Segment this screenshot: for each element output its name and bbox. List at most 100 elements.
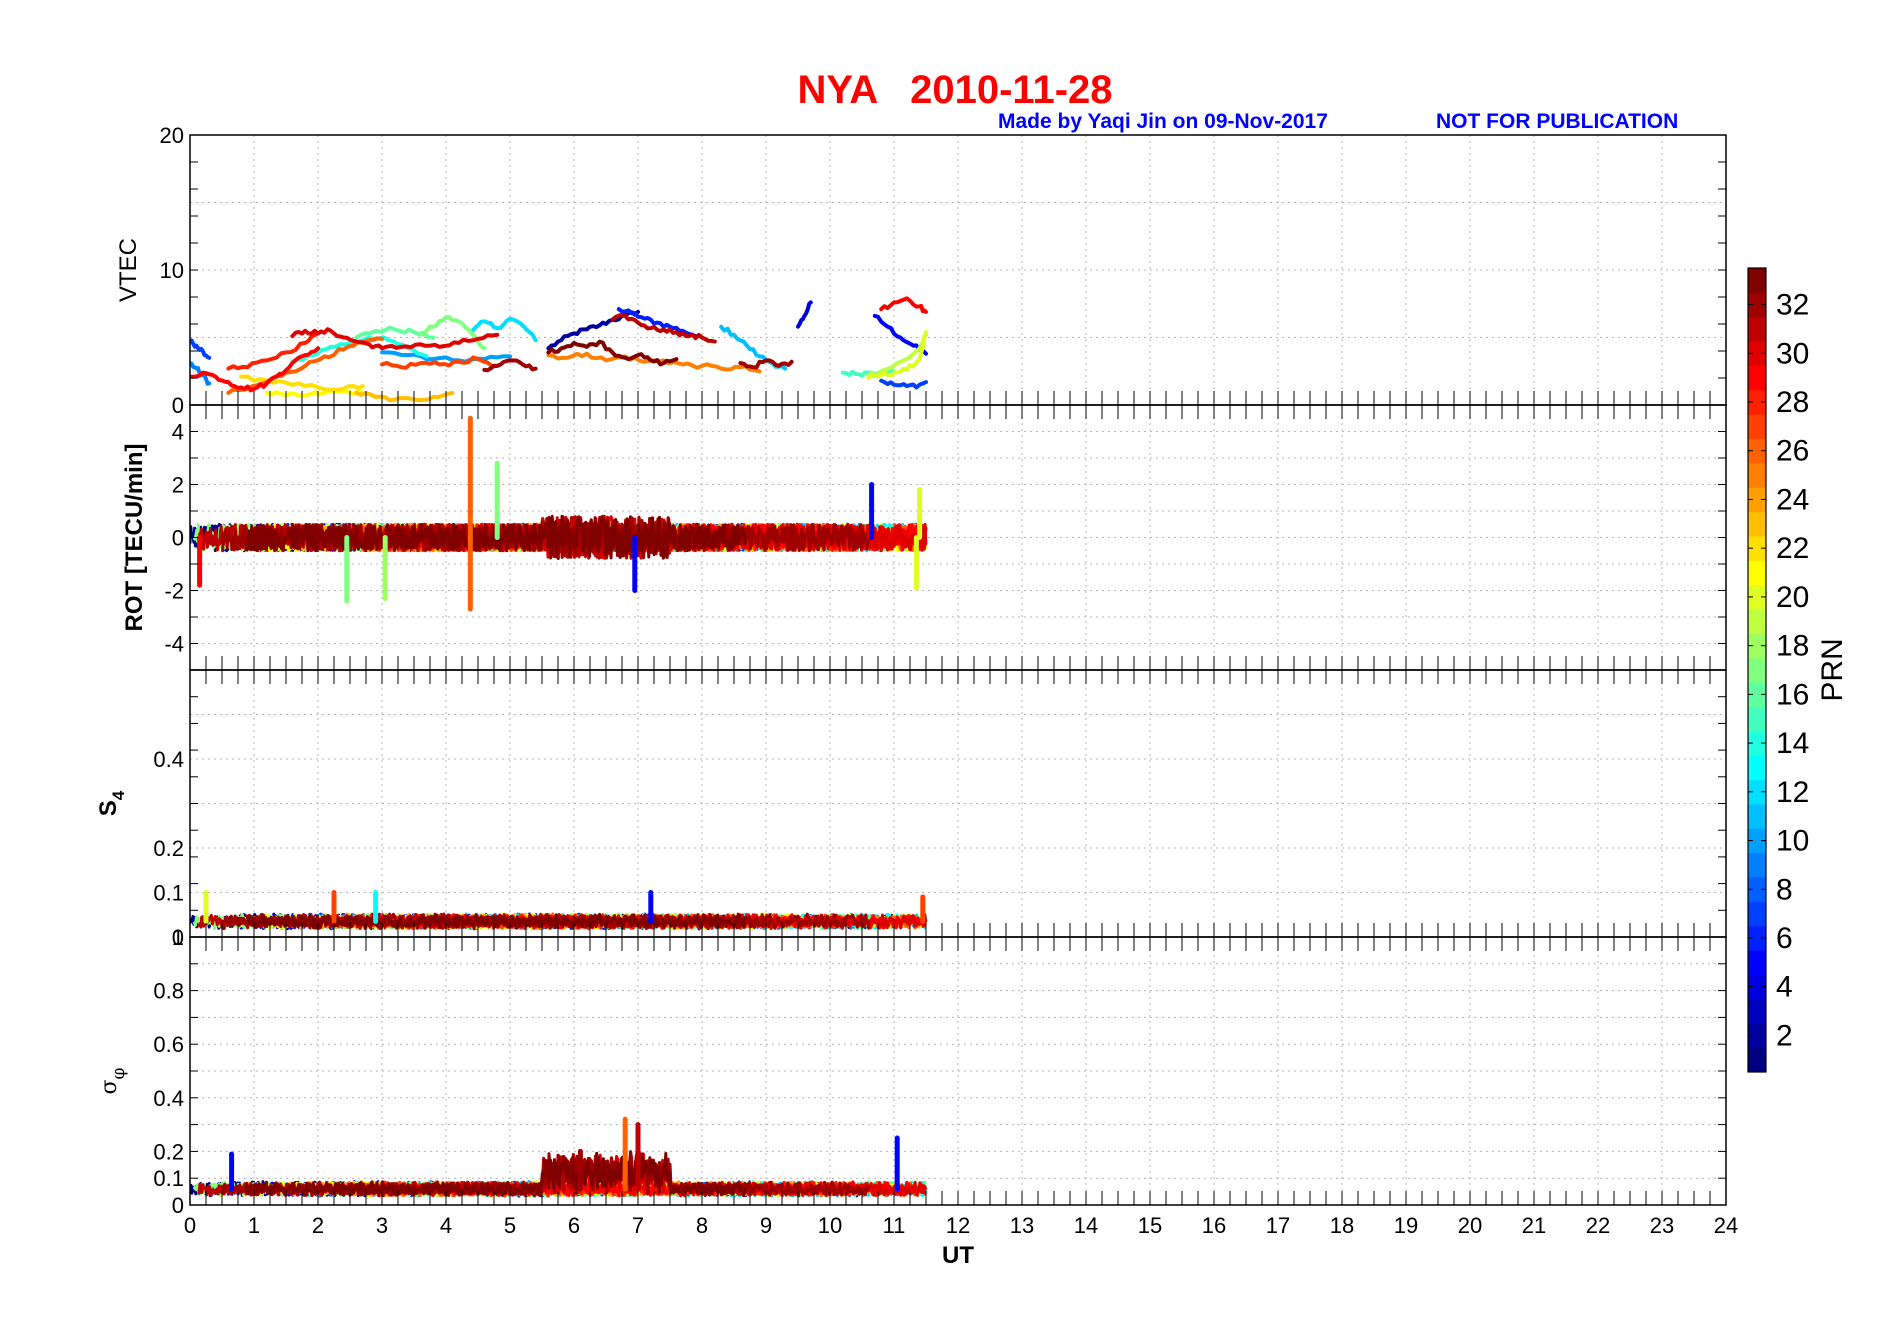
- colorbar-label: PRN: [1816, 638, 1849, 701]
- x-tick-label: 13: [1010, 1213, 1034, 1238]
- colorbar-tick-label: 26: [1776, 435, 1809, 468]
- s4-ytick-label: 0.1: [153, 881, 184, 906]
- x-tick-labels: 0 1 2 3 4 5 6 7 8 9 10 11 12 13 14 15 16 17 18 19 20 21 22 23 24: [184, 1213, 1738, 1238]
- s4-ylabel: S4: [95, 790, 128, 816]
- colorbar-tick-label: 14: [1776, 727, 1809, 760]
- colorbar-tick-label: 10: [1776, 825, 1809, 858]
- vtec-trace-prn-28: [226, 331, 320, 371]
- vtec-trace-prn-7: [190, 338, 212, 360]
- colorbar-swatch: [1748, 950, 1766, 976]
- vtec-traces: [190, 296, 928, 403]
- colorbar-swatch: [1748, 804, 1766, 829]
- colorbar-swatch: [1748, 414, 1766, 440]
- rot-traces: [190, 415, 928, 612]
- colorbar-swatch: [1748, 901, 1766, 927]
- x-tick-label: 15: [1138, 1213, 1162, 1238]
- colorbar-swatch: [1748, 706, 1766, 732]
- s4-y-ticks: 00.10.20.4: [153, 669, 1726, 950]
- colorbar-swatch: [1748, 609, 1766, 634]
- sigma_phi-ytick-label: 0.2: [153, 1139, 184, 1164]
- prn-colorbar: 2468101214161820222426283032PRN: [1747, 267, 1849, 1073]
- colorbar-tick-label: 12: [1776, 776, 1809, 809]
- vtec-trace-prn-4: [796, 300, 813, 329]
- x-tick-label: 14: [1074, 1213, 1098, 1238]
- colorbar-swatch: [1748, 462, 1766, 488]
- sigma_phi-panel: 00.10.20.40.60.81σφ0 1 2 3 4 5 6 7 8 9 10 11 12 13 14 1…: [97, 925, 1738, 1269]
- vtec-ytick-label: 10: [160, 258, 184, 283]
- figure: NYA 2010-11-28 Made by Yaqi Jin on 09-No…: [95, 68, 1849, 1269]
- vtec-trace-prn-21: [264, 388, 365, 398]
- x-tick-label: 16: [1202, 1213, 1226, 1238]
- sigma_phi-grid: [190, 937, 1726, 1205]
- sigma-phi-ylabel: σφ: [97, 1067, 129, 1094]
- colorbar-tick-label: 18: [1776, 630, 1809, 663]
- vtec-x-ticks: [189, 391, 1727, 405]
- x-tick-label: 12: [946, 1213, 970, 1238]
- figure-title: NYA 2010-11-28: [797, 68, 1112, 112]
- sigma_phi-ytick-label: 0.1: [153, 1166, 184, 1191]
- vtec-ytick-label: 0: [172, 393, 184, 418]
- x-tick-label: 8: [696, 1213, 708, 1238]
- colorbar-swatch: [1748, 1047, 1766, 1073]
- vtec-trace-prn-19: [866, 332, 928, 378]
- x-tick-label: 10: [818, 1213, 842, 1238]
- colorbar-swatch: [1748, 657, 1766, 683]
- colorbar-swatch: [1748, 998, 1766, 1024]
- vtec-trace-prn-10: [380, 350, 512, 364]
- colorbar-tick-label: 32: [1776, 289, 1809, 322]
- x-tick-label: 20: [1458, 1213, 1482, 1238]
- s4-ytick-label: 0.2: [153, 836, 184, 861]
- colorbar-swatch: [1748, 852, 1766, 878]
- rot-ytick-label: 2: [172, 473, 184, 498]
- x-tick-label: 5: [504, 1213, 516, 1238]
- vtec-trace-prn-23: [354, 390, 455, 403]
- credit-text: Made by Yaqi Jin on 09-Nov-2017: [998, 110, 1328, 133]
- vtec-trace-prn-20: [866, 330, 928, 380]
- colorbar-tick-label: 28: [1776, 386, 1809, 419]
- sigma_phi-ytick-label: 0.4: [153, 1086, 184, 1111]
- vtec-trace-prn-7: [879, 378, 928, 390]
- rot-ytick-label: 4: [172, 420, 184, 445]
- colorbar-swatch: [1748, 560, 1766, 586]
- s4-ytick-label: 0.4: [153, 747, 184, 772]
- colorbar-swatch: [1748, 511, 1766, 537]
- x-tick-label: 11: [883, 1213, 906, 1238]
- panels: 01020VTEC-4-2024ROT [TECU/min]00.10.20.4…: [95, 123, 1738, 1269]
- vtec-panel: 0 10 20 VTEC: [115, 123, 1727, 418]
- x-tick-label: 18: [1330, 1213, 1354, 1238]
- sigma_phi-ytick-label: 1: [172, 925, 184, 950]
- vtec-trace-prn-31: [610, 312, 717, 344]
- x-tick-label: 9: [760, 1213, 772, 1238]
- colorbar-tick-label: 20: [1776, 581, 1809, 614]
- colorbar-tick-label: 22: [1776, 532, 1809, 565]
- rot-ytick-label: -2: [164, 579, 184, 604]
- vtec-trace-prn-33: [546, 339, 679, 367]
- vtec-trace-prn-32: [482, 358, 538, 373]
- x-tick-label: 6: [568, 1213, 580, 1238]
- colorbar-tick-label: 8: [1776, 873, 1793, 906]
- rot-panel: -4 -2 0 2 4 ROT [TECU/min]: [121, 404, 1727, 671]
- x-tick-label: 19: [1394, 1213, 1418, 1238]
- x-tick-label: 22: [1586, 1213, 1610, 1238]
- colorbar-tick-label: 24: [1776, 483, 1809, 516]
- colorbar-tick-label: 16: [1776, 678, 1809, 711]
- colorbar-tick-label: 30: [1776, 337, 1809, 370]
- colorbar-swatch: [1748, 365, 1766, 391]
- x-tick-label: 0: [184, 1213, 196, 1238]
- x-tick-label: 21: [1522, 1213, 1546, 1238]
- sigma_phi-ytick-label: 0.6: [153, 1032, 184, 1057]
- sigma_phi-ytick-label: 0: [172, 1193, 184, 1218]
- vtec-ytick-label: 20: [160, 123, 184, 148]
- vtec-trace-prn-30: [290, 327, 500, 351]
- vtec-ylabel: VTEC: [115, 238, 142, 302]
- colorbar-tick-label: 4: [1776, 971, 1793, 1004]
- s4-grid: [190, 670, 1726, 937]
- colorbar-tick-label: 2: [1776, 1019, 1793, 1052]
- sigma_phi-traces: [190, 1116, 928, 1198]
- colorbar-tick-label: 6: [1776, 922, 1793, 955]
- x-tick-label: 4: [440, 1213, 452, 1238]
- x-tick-label: 17: [1266, 1213, 1290, 1238]
- x-tick-label: 23: [1650, 1213, 1674, 1238]
- rot-ylabel: ROT [TECU/min]: [121, 444, 148, 632]
- rot-ytick-label: -4: [164, 632, 184, 657]
